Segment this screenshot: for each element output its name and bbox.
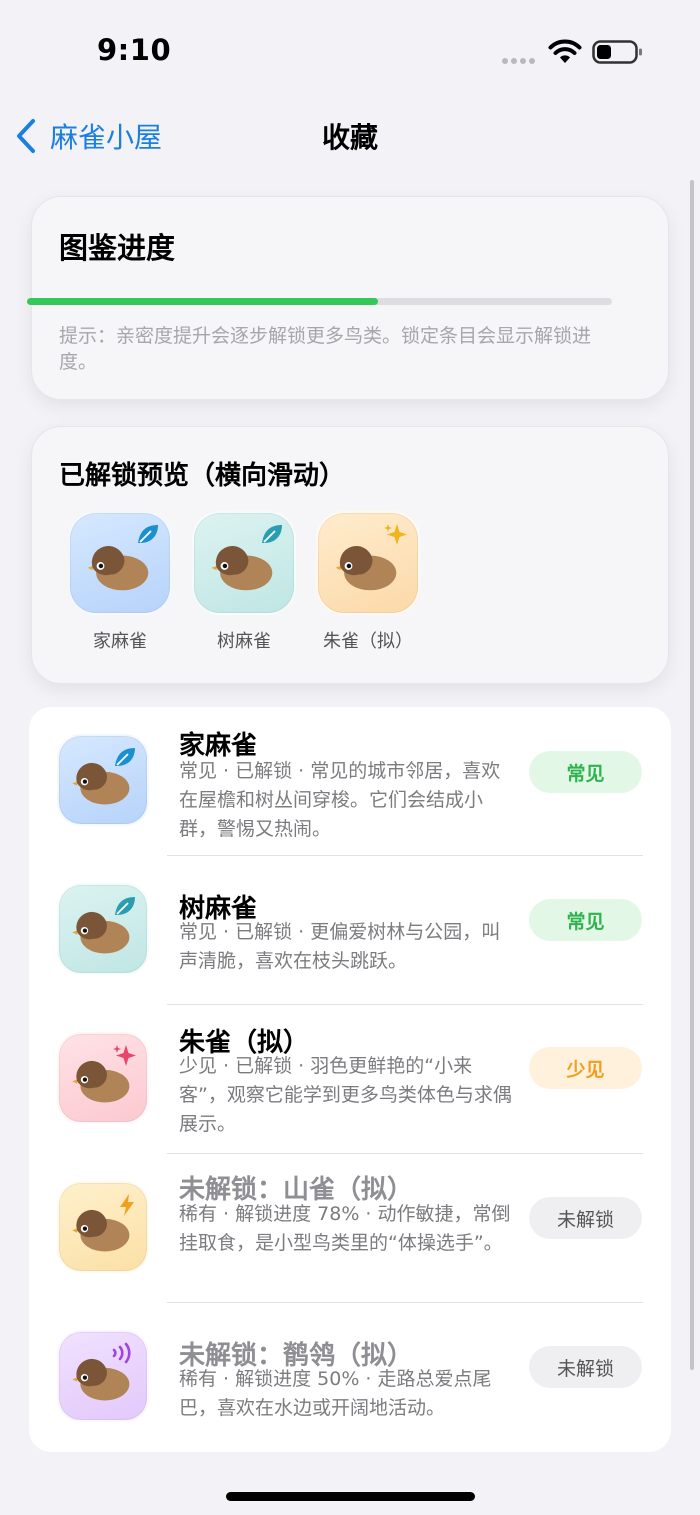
bolt-icon (120, 1194, 134, 1216)
rarity-badge: 常见 (529, 751, 642, 793)
wifi-icon (548, 39, 582, 63)
sparrow-icon (87, 546, 149, 591)
sparrow-icon (72, 762, 130, 805)
preview-item[interactable]: 朱雀（拟） (306, 511, 430, 653)
sound-icon (112, 1342, 131, 1364)
home-indicator[interactable] (226, 1492, 475, 1501)
list-item[interactable]: 未解锁：鹡鸰（拟） 稀有 · 解锁进度 50% · 走路总爱点尾巴，喜欢在水边或开… (29, 1303, 671, 1452)
rarity-badge: 少见 (529, 1047, 642, 1089)
bird-tile (192, 511, 296, 615)
list-item[interactable]: 树麻雀 常见 · 已解锁 · 更偏爱树林与公园，叫声清脆，喜欢在枝头跳跃。 常见 (29, 856, 671, 1005)
scrollbar[interactable] (690, 180, 694, 1370)
preview-item[interactable]: 家麻雀 (58, 511, 182, 653)
preview-label: 树麻雀 (217, 631, 271, 652)
sparrow-icon (72, 1358, 130, 1401)
progress-hint: 提示：亲密度提升会逐步解锁更多鸟类。锁定条目会显示解锁进度。 (59, 325, 592, 373)
bird-tile (316, 511, 420, 615)
bird-list: 家麻雀 常见 · 已解锁 · 常见的城市邻居，喜欢在屋檐和树丛间穿梭。它们会结成小… (29, 707, 671, 1452)
status-time: 9:10 (97, 33, 172, 67)
unlocked-preview-card: 已解锁预览（横向滑动） 家麻雀 树麻雀 朱雀（拟） (31, 426, 669, 684)
sparkle-icon (113, 1045, 136, 1066)
preview-label: 家麻雀 (93, 631, 147, 652)
sparrow-icon (72, 911, 130, 954)
sparrow-icon (335, 546, 397, 591)
progress-title: 图鉴进度 (59, 231, 176, 265)
battery-icon (592, 40, 642, 64)
bird-tile (68, 511, 172, 615)
bird-tile (57, 1330, 149, 1422)
page-title: 收藏 (321, 121, 378, 154)
list-item[interactable]: 未解锁：山雀（拟） 稀有 · 解锁进度 78% · 动作敏捷，常倒挂取食，是小型鸟… (29, 1154, 671, 1303)
list-item[interactable]: 朱雀（拟） 少见 · 已解锁 · 羽色更鲜艳的“小来客”，观察它能学到更多鸟类体色… (29, 1005, 671, 1154)
rarity-badge: 常见 (529, 899, 642, 941)
preview-title: 已解锁预览（横向滑动） (59, 461, 346, 491)
leaf-icon (115, 897, 135, 915)
sparkle-icon (384, 524, 407, 545)
item-description: 常见 · 已解锁 · 更偏爱树林与公园，叫声清脆，喜欢在枝头跳跃。 (179, 921, 501, 972)
bird-tile (57, 734, 149, 826)
leaf-icon (138, 525, 158, 543)
item-description: 常见 · 已解锁 · 常见的城市邻居，喜欢在屋檐和树丛间穿梭。它们会结成小群，警… (179, 760, 501, 840)
bird-tile (57, 883, 149, 975)
item-description: 稀有 · 解锁进度 50% · 走路总爱点尾巴，喜欢在水边或开阔地活动。 (179, 1368, 492, 1419)
item-description: 少见 · 已解锁 · 羽色更鲜艳的“小来客”，观察它能学到更多鸟类体色与求偶展示… (179, 1055, 512, 1135)
bird-tile (57, 1181, 149, 1273)
cellular-signal-icon (502, 58, 538, 64)
sparrow-icon (211, 546, 273, 591)
leaf-icon (115, 748, 135, 766)
leaf-icon (262, 525, 282, 543)
rarity-badge: 未解锁 (529, 1346, 642, 1388)
preview-label: 朱雀（拟） (323, 631, 413, 652)
bird-tile (57, 1032, 149, 1124)
preview-item[interactable]: 树麻雀 (182, 511, 306, 653)
preview-carousel[interactable]: 家麻雀 树麻雀 朱雀（拟） (58, 511, 430, 653)
progress-bar (27, 298, 612, 305)
list-item[interactable]: 家麻雀 常见 · 已解锁 · 常见的城市邻居，喜欢在屋檐和树丛间穿梭。它们会结成小… (29, 707, 671, 856)
item-description: 稀有 · 解锁进度 78% · 动作敏捷，常倒挂取食，是小型鸟类里的“体操选手”… (179, 1203, 511, 1254)
status-bar: 9:10 (0, 0, 700, 100)
progress-bar-fill (27, 298, 378, 305)
rarity-badge: 未解锁 (529, 1197, 642, 1239)
